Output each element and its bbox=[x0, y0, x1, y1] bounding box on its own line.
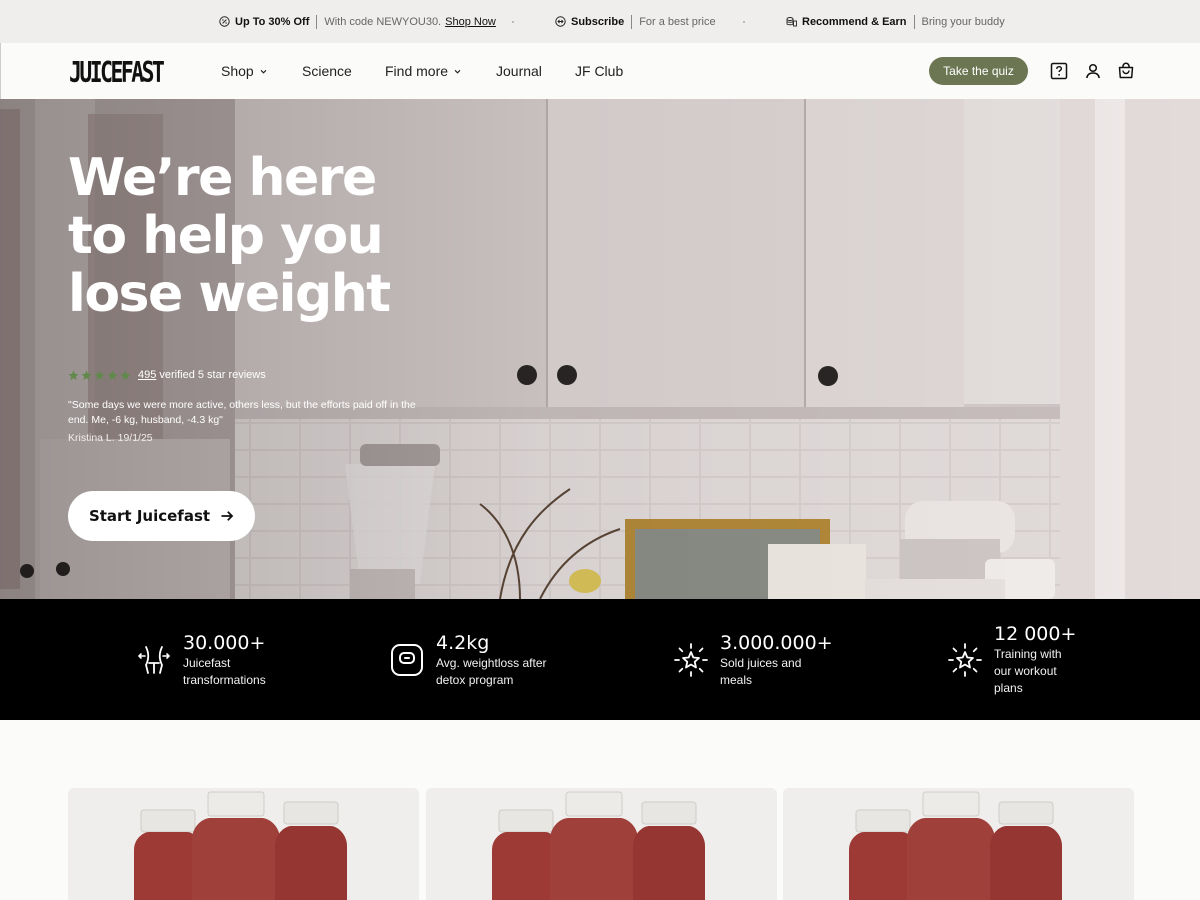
juice-bottle bbox=[849, 809, 917, 900]
divider bbox=[316, 14, 318, 29]
recommend-title[interactable]: Recommend & Earn bbox=[802, 16, 907, 28]
chevron-down-icon bbox=[260, 68, 267, 75]
svg-text:JUICEFAST: JUICEFAST bbox=[69, 56, 165, 87]
divider bbox=[913, 14, 915, 29]
juice-bottle bbox=[192, 791, 280, 900]
hero-section: We’re here to help you lose weight 495 v… bbox=[0, 99, 1200, 599]
stat-training: 12 000+ Training with our workout plans bbox=[946, 599, 1076, 720]
separator-dot bbox=[743, 21, 745, 23]
stat-label: Avg. weightloss after detox program bbox=[436, 655, 547, 687]
main-navigation: JUICEFAST Shop Science Find more Journal… bbox=[0, 43, 1200, 99]
cta-label: Start Juicefast bbox=[88, 507, 211, 525]
juice-bottle bbox=[492, 809, 560, 900]
subscribe-announcement: Subscribe For a best price bbox=[555, 0, 716, 43]
chevron-down-icon bbox=[454, 68, 461, 75]
scale-icon bbox=[388, 641, 426, 679]
subscribe-title[interactable]: Subscribe bbox=[571, 16, 624, 28]
stat-label: Training with our workout plans bbox=[994, 647, 1062, 695]
nav-item-find-more[interactable]: Find more bbox=[385, 43, 461, 99]
juice-bottle bbox=[633, 801, 705, 900]
stats-bar: 30.000+ Juicefast transformations 4.2kg … bbox=[0, 599, 1200, 720]
separator-dot bbox=[512, 21, 514, 23]
stat-value: 3.000.000+ bbox=[720, 631, 833, 654]
sparkle-star-icon bbox=[672, 641, 710, 679]
star-icon bbox=[68, 370, 79, 381]
stat-value: 30.000+ bbox=[183, 631, 266, 654]
account-icon[interactable] bbox=[1084, 62, 1102, 80]
nav-item-label: Shop bbox=[221, 63, 254, 79]
juice-bottle bbox=[990, 801, 1062, 900]
stat-value: 4.2kg bbox=[436, 631, 490, 654]
nav-item-journal[interactable]: Journal bbox=[496, 43, 542, 99]
subscribe-subtext: For a best price bbox=[639, 15, 716, 28]
announcement-bar: Up To 30% Off With code NEWYOU30. Shop N… bbox=[0, 0, 1200, 43]
review-rating: 495 verified 5 star reviews bbox=[68, 369, 266, 381]
juice-bottles-image bbox=[134, 791, 347, 900]
hero-title: We’re here to help you lose weight bbox=[68, 149, 488, 323]
shop-now-link[interactable]: Shop Now bbox=[445, 16, 496, 28]
juice-bottle bbox=[550, 791, 638, 900]
nav-item-label: Find more bbox=[385, 63, 449, 79]
juice-bottles-image bbox=[492, 791, 705, 900]
stat-transformations: 30.000+ Juicefast transformations bbox=[135, 599, 283, 720]
sparkle-star-icon bbox=[946, 641, 984, 679]
juice-bottle bbox=[907, 791, 995, 900]
nav-item-jf-club[interactable]: JF Club bbox=[575, 43, 623, 99]
arrow-right-icon bbox=[220, 509, 234, 523]
product-card[interactable] bbox=[426, 788, 777, 900]
waist-icon bbox=[135, 641, 173, 679]
nav-item-label: Journal bbox=[496, 63, 542, 79]
recommend-announcement: Recommend & Earn Bring your buddy bbox=[786, 0, 1005, 43]
product-card[interactable] bbox=[783, 788, 1134, 900]
hero-title-line: We’re here bbox=[68, 148, 377, 208]
promo-title: Up To 30% Off bbox=[235, 15, 310, 28]
stat-label: Juicefast transformations bbox=[183, 655, 266, 687]
hero-title-line: lose weight bbox=[68, 264, 391, 324]
products-section bbox=[0, 720, 1200, 900]
start-juicefast-button[interactable]: Start Juicefast bbox=[68, 491, 255, 541]
star-icon bbox=[120, 370, 131, 381]
juicefast-logo[interactable]: JUICEFAST bbox=[69, 55, 169, 89]
hero-title-line: to help you bbox=[68, 206, 384, 266]
review-count-link[interactable]: 495 bbox=[138, 369, 156, 381]
nav-item-label: Science bbox=[302, 63, 352, 79]
take-quiz-button[interactable]: Take the quiz bbox=[929, 57, 1028, 85]
discount-icon bbox=[219, 16, 230, 27]
nav-item-shop[interactable]: Shop bbox=[221, 43, 267, 99]
product-card[interactable] bbox=[68, 788, 419, 900]
review-count-text: verified 5 star reviews bbox=[159, 369, 266, 381]
recommend-subtext: Bring your buddy bbox=[921, 15, 1005, 28]
star-icon bbox=[107, 370, 118, 381]
promo-announcement: Up To 30% Off With code NEWYOU30. Shop N… bbox=[219, 0, 496, 43]
help-icon[interactable] bbox=[1050, 62, 1068, 80]
coins-icon bbox=[786, 16, 797, 27]
star-rating bbox=[68, 370, 133, 381]
stat-weightloss: 4.2kg Avg. weightloss after detox progra… bbox=[388, 599, 561, 720]
juice-bottle bbox=[134, 809, 202, 900]
star-icon bbox=[94, 370, 105, 381]
nav-item-label: JF Club bbox=[575, 63, 624, 79]
subscribe-icon bbox=[555, 16, 566, 27]
stat-value: 12 000+ bbox=[994, 623, 1077, 645]
nav-item-science[interactable]: Science bbox=[302, 43, 352, 99]
stat-sold-juices: 3.000.000+ Sold juices and meals bbox=[672, 599, 833, 720]
stat-label: Sold juices and meals bbox=[720, 655, 802, 687]
promo-code-text: With code NEWYOU30. bbox=[324, 15, 442, 28]
juice-bottles-image bbox=[849, 791, 1062, 900]
divider bbox=[631, 14, 633, 29]
testimonial-quote: "Some days we were more active, others l… bbox=[68, 399, 416, 426]
juice-bottle bbox=[275, 801, 347, 900]
star-icon bbox=[81, 370, 92, 381]
cart-icon[interactable] bbox=[1117, 62, 1135, 80]
testimonial-author: Kristina L. 19/1/25 bbox=[68, 432, 153, 444]
